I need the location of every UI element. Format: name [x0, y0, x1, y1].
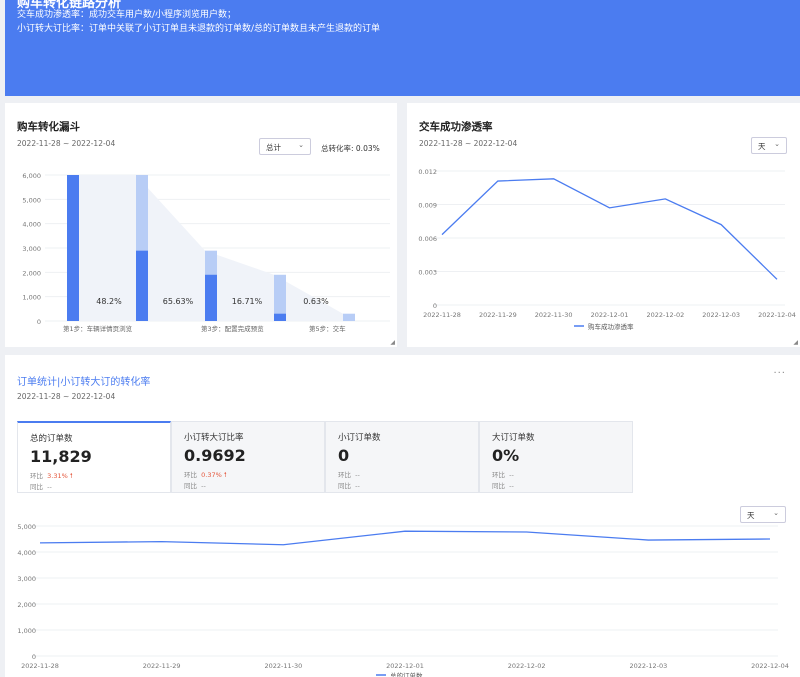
funnel-chart: 0 1,000 2,000 3,000 4,000 5,000 6,000 第1步：车辆详情页…: [22, 172, 390, 333]
conversion-rate-label: 0.63%: [303, 297, 329, 306]
funnel-bar-converted: [136, 250, 148, 321]
kpi-small-orders[interactable]: 小订订单数 0 环比 -- 同比 --: [325, 421, 479, 493]
penetration-card: 交车成功渗透率 2022-11-28 ~ 2022-12-04 天 ⌄ 0 0.0…: [407, 103, 800, 347]
orders-title: 订单统计|小订转大订的转化率: [17, 377, 151, 388]
funnel-bar-total: [343, 313, 355, 321]
header-banner: 购车转化链路分析 交车成功渗透率：成功交车用户数/小程序浏览用户数； 小订转大订…: [5, 0, 800, 96]
kpi-value: 0: [338, 446, 350, 465]
y-tick-label: 5,000: [22, 196, 41, 204]
kpi-label: 总的订单数: [30, 434, 73, 444]
step-label: 第5步：交车: [309, 324, 346, 333]
y-tick-label: 0.009: [418, 202, 437, 210]
funnel-bar-converted: [67, 175, 79, 321]
x-tick-label: 2022-11-28: [423, 311, 461, 319]
funnel-bar-converted: [274, 313, 286, 321]
resize-handle-icon[interactable]: ◢: [390, 339, 395, 346]
arrow-up-icon: 🠕: [69, 472, 73, 480]
x-tick-label: 2022-12-03: [702, 311, 740, 319]
kpi-label: 大订订单数: [492, 433, 535, 443]
kpi-ring-compare: 环比 --: [338, 471, 360, 479]
funnel-card: 购车转化漏斗 2022-11-28 ~ 2022-12-04 总计 ⌄ 总转化率…: [5, 103, 397, 347]
x-tick-label: 2022-11-30: [535, 311, 573, 319]
y-tick-label: 4,000: [22, 221, 41, 229]
legend-label: 购车成功渗透率: [588, 322, 634, 331]
kpi-small-to-big-rate[interactable]: 小订转大订比率 0.9692 环比 0.37% 🠕 同比 --: [171, 421, 325, 493]
orders-card: [5, 355, 800, 677]
banner-note-2: 小订转大订比率：订单中关联了小订订单且未退款的订单数/总的订单数且未产生退款的订…: [17, 24, 381, 34]
y-tick-label: 1,000: [22, 294, 41, 302]
kpi-yoy-compare: 同比 --: [492, 482, 514, 490]
series-line: [441, 178, 778, 280]
kpi-yoy-compare: 同比 --: [184, 482, 206, 490]
y-tick-label: 0.006: [418, 235, 437, 243]
kpi-value: 0%: [492, 446, 520, 465]
chevron-down-icon: ⌄: [773, 509, 779, 517]
penetration-chart: 0 0.003 0.006 0.009 0.012 2022-11-28 2022-11-2…: [418, 168, 796, 331]
resize-handle-icon[interactable]: ◢: [793, 339, 798, 346]
kpi-value: 0.9692: [184, 446, 246, 465]
conversion-rate-label: 65.63%: [163, 297, 194, 306]
step-label: 第3步：配置完成预览: [201, 324, 264, 333]
x-tick-label: 2022-12-04: [758, 311, 796, 319]
kpi-value: 11,829: [30, 447, 92, 466]
x-tick-label: 2022-12-01: [591, 311, 629, 319]
orders-granularity-value: 天: [747, 511, 755, 520]
kpi-label: 小订订单数: [338, 433, 381, 443]
conversion-rate-label: 16.71%: [232, 297, 263, 306]
conversion-rate-label: 48.2%: [96, 297, 122, 306]
y-tick-label: 0.003: [418, 269, 437, 277]
kpi-total-orders[interactable]: 总的订单数 11,829 环比 3.31% 🠕 同比 --: [17, 421, 171, 493]
y-tick-label: 6,000: [22, 172, 41, 180]
funnel-bar-converted: [205, 274, 217, 321]
kpi-yoy-compare: 同比 --: [30, 483, 52, 491]
x-tick-label: 2022-11-29: [479, 311, 517, 319]
kpi-yoy-compare: 同比 --: [338, 482, 360, 490]
y-tick-label: 2,000: [22, 269, 41, 277]
more-options-icon[interactable]: ···: [773, 368, 786, 379]
banner-note-1: 交车成功渗透率：成功交车用户数/小程序浏览用户数；: [17, 10, 237, 20]
y-tick-label: 0: [433, 302, 437, 310]
orders-granularity-select[interactable]: 天 ⌄: [740, 506, 786, 523]
x-tick-label: 2022-12-02: [646, 311, 684, 319]
y-tick-label: 0.012: [418, 168, 437, 176]
orders-date: 2022-11-28 ~ 2022-12-04: [17, 392, 116, 401]
y-tick-label: 0: [37, 318, 41, 326]
kpi-label: 小订转大订比率: [184, 433, 244, 443]
y-tick-label: 3,000: [22, 245, 41, 253]
arrow-up-icon: 🠕: [223, 471, 227, 479]
step-label: 第1步：车辆详情页浏览: [63, 324, 133, 333]
kpi-big-orders[interactable]: 大订订单数 0% 环比 -- 同比 --: [479, 421, 633, 493]
kpi-ring-compare: 环比 --: [492, 471, 514, 479]
